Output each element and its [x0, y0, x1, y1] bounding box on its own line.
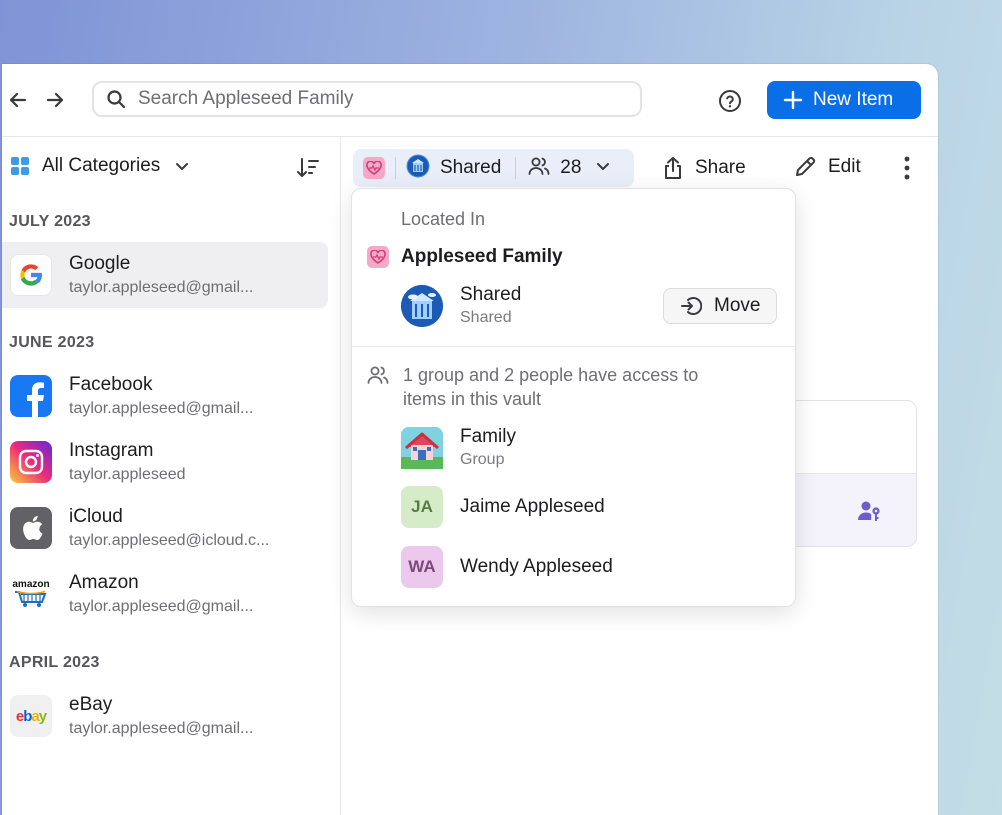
vault-location-popover: Located In Appleseed Family Shared Share… — [351, 188, 796, 607]
new-item-button[interactable]: New Item — [767, 81, 921, 119]
arrow-right-icon — [46, 92, 64, 108]
people-icon — [528, 156, 550, 181]
move-icon — [681, 297, 702, 315]
chevron-down-icon — [176, 163, 189, 170]
section-header: APRIL 2023 — [9, 654, 100, 671]
vault-icon — [363, 157, 385, 179]
item-title: Google — [69, 253, 131, 274]
house-icon — [401, 426, 443, 469]
toolbar: New Item — [2, 64, 938, 137]
help-icon — [719, 90, 741, 112]
detail-card-access-row — [782, 473, 916, 546]
chevron-down-icon — [595, 158, 611, 179]
back-button[interactable] — [6, 88, 30, 112]
search-bar[interactable] — [92, 81, 642, 117]
category-selector[interactable]: All Categories — [10, 155, 190, 177]
member-subtitle: Group — [460, 451, 505, 468]
google-logo-icon — [10, 254, 52, 296]
more-button[interactable] — [903, 156, 911, 185]
item-subtitle: taylor.appleseed@gmail... — [69, 720, 254, 737]
app-window: New Item All Categories JULY 2023 — [2, 64, 938, 815]
globe-building-icon — [406, 154, 430, 183]
search-icon — [107, 90, 126, 109]
facebook-logo-icon — [10, 375, 52, 417]
category-label: All Categories — [42, 155, 161, 176]
item-subtitle: taylor.appleseed@icloud.c... — [69, 532, 270, 549]
item-title: Instagram — [69, 440, 154, 461]
item-title: eBay — [69, 694, 113, 715]
arrow-left-icon — [9, 92, 27, 108]
vault-row: Appleseed Family — [367, 246, 563, 268]
item-title: Facebook — [69, 374, 153, 395]
instagram-logo-icon — [10, 441, 52, 483]
avatar: WA — [401, 546, 443, 588]
pencil-icon — [796, 156, 816, 176]
item-title: iCloud — [69, 506, 123, 527]
member-row-wendy[interactable]: WA Wendy Appleseed — [401, 546, 613, 588]
move-button[interactable]: Move — [663, 288, 777, 324]
member-row-family[interactable]: Family Group — [401, 426, 516, 469]
location-title: Shared — [460, 284, 522, 305]
move-label: Move — [714, 295, 761, 316]
sort-button[interactable] — [296, 157, 320, 184]
list-item-ebay[interactable]: ebay eBay taylor.appleseed@gmail... — [2, 683, 328, 749]
plus-icon — [783, 90, 803, 110]
item-subtitle: taylor.appleseed@gmail... — [69, 279, 254, 296]
vault-name: Appleseed Family — [401, 246, 563, 267]
people-count: 28 — [560, 157, 582, 178]
list-item-facebook[interactable]: Facebook taylor.appleseed@gmail... — [2, 363, 328, 429]
access-info: 1 group and 2 people have access to item… — [367, 363, 743, 411]
member-name: Jaime Appleseed — [460, 496, 605, 517]
forward-button[interactable] — [43, 88, 67, 112]
new-item-label: New Item — [813, 89, 894, 110]
member-name: Wendy Appleseed — [460, 556, 613, 577]
location-subtitle: Shared — [460, 309, 512, 326]
apple-logo-icon — [10, 507, 52, 549]
edit-button[interactable]: Edit — [794, 156, 861, 178]
list-item-instagram[interactable]: Instagram taylor.appleseed — [2, 429, 328, 495]
share-icon — [665, 157, 681, 179]
list-item-google[interactable]: Google taylor.appleseed@gmail... — [2, 242, 328, 308]
globe-building-icon — [401, 284, 443, 327]
list-item-amazon[interactable]: amazon Amazon taylor.appleseed@gmail... — [2, 561, 328, 627]
member-name: Family — [460, 426, 516, 447]
sidebar: All Categories JULY 2023 Google taylor.a… — [2, 137, 341, 815]
detail-card — [781, 400, 917, 547]
item-subtitle: taylor.appleseed — [69, 466, 186, 483]
section-header: JUNE 2023 — [9, 334, 95, 351]
vault-label: Shared — [440, 157, 502, 178]
edit-label: Edit — [828, 156, 861, 177]
divider — [352, 346, 795, 347]
help-button[interactable] — [718, 89, 742, 118]
more-vertical-icon — [904, 156, 910, 180]
section-header: JULY 2023 — [9, 213, 91, 230]
item-title: Amazon — [69, 572, 139, 593]
member-row-jaime[interactable]: JA Jaime Appleseed — [401, 486, 605, 528]
located-in-label: Located In — [401, 209, 486, 229]
item-subtitle: taylor.appleseed@gmail... — [69, 598, 254, 615]
item-subtitle: taylor.appleseed@gmail... — [69, 400, 254, 417]
amazon-logo-icon: amazon — [10, 573, 52, 615]
access-text: 1 group and 2 people have access to item… — [403, 365, 699, 409]
share-button[interactable]: Share — [663, 156, 746, 180]
sort-icon — [297, 158, 319, 177]
vault-icon — [367, 246, 389, 268]
location-row: Shared Shared — [401, 284, 521, 327]
user-key-icon — [858, 501, 880, 521]
avatar: JA — [401, 486, 443, 528]
list-item-icloud[interactable]: iCloud taylor.appleseed@icloud.c... — [2, 495, 328, 561]
people-icon — [367, 366, 389, 384]
vault-selector[interactable]: Shared 28 — [353, 149, 634, 187]
search-input[interactable] — [136, 87, 620, 111]
share-label: Share — [695, 157, 746, 178]
ebay-logo-icon: ebay — [10, 695, 52, 737]
grid-icon — [11, 157, 29, 175]
